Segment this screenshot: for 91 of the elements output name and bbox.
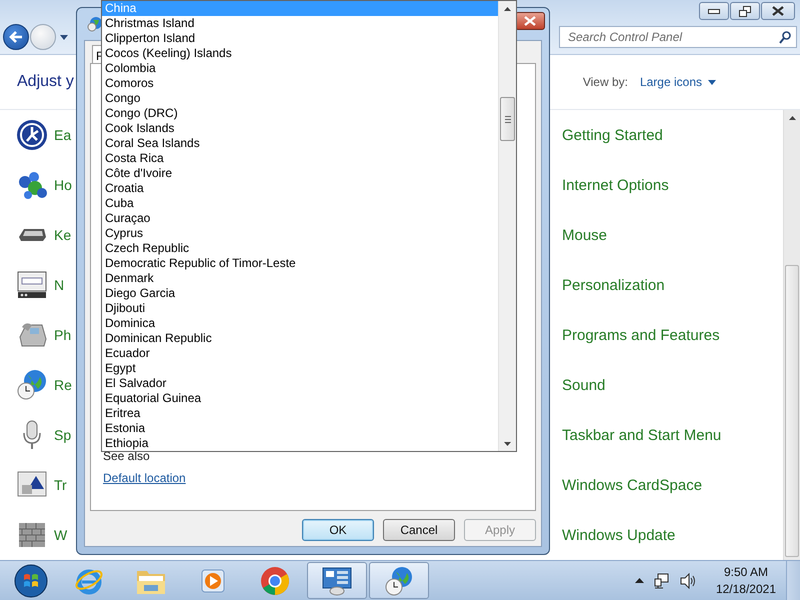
restore-icon — [739, 6, 751, 16]
dropdown-option[interactable]: Coral Sea Islands — [102, 136, 498, 151]
control-panel-item[interactable]: Windows Update — [562, 526, 676, 544]
dropdown-option[interactable]: Democratic Republic of Timor-Leste — [102, 256, 498, 271]
scroll-down-icon — [504, 442, 511, 446]
dropdown-option[interactable]: Cuba — [102, 196, 498, 211]
play-icon — [199, 566, 227, 594]
caret-icon — [708, 80, 716, 84]
control-panel-item[interactable]: Sound — [562, 376, 606, 394]
start-orb-icon — [14, 564, 48, 598]
control-panel-item[interactable]: Re — [54, 377, 72, 393]
globe-icon — [87, 16, 103, 32]
dropdown-option[interactable]: Curaçao — [102, 211, 498, 226]
control-panel-item[interactable]: Ea — [54, 127, 72, 143]
dialog-button[interactable]: Cancel — [383, 519, 455, 541]
search-icon — [779, 31, 791, 44]
control-panel-item[interactable]: W — [54, 527, 68, 543]
control-panel-item[interactable]: Programs and Features — [562, 326, 720, 344]
close-button[interactable] — [761, 2, 795, 20]
control-panel-item[interactable]: Tr — [54, 477, 67, 493]
control-panel-item[interactable]: Internet Options — [562, 176, 669, 194]
show-hidden-icons-icon[interactable] — [634, 578, 644, 583]
dropdown-option[interactable]: Denmark — [102, 271, 498, 286]
network-icon[interactable] — [654, 572, 670, 588]
dropdown-option[interactable]: Ecuador — [102, 346, 498, 361]
dropdown-option[interactable]: Comoros — [102, 76, 498, 91]
control-panel-icon — [321, 566, 353, 596]
clock-date: 12/18/2021 — [716, 580, 776, 598]
scrollbar[interactable] — [498, 1, 516, 451]
clock-time: 9:50 AM — [724, 564, 768, 580]
scroll-up-icon — [504, 7, 511, 11]
control-panel-item[interactable]: Sp — [54, 427, 72, 443]
minimize-button[interactable] — [699, 2, 729, 20]
clock[interactable]: 9:50 AM 12/18/2021 — [716, 564, 776, 598]
see-also-label: See also — [103, 449, 151, 463]
dropdown-option[interactable]: Czech Republic — [102, 241, 498, 256]
dropdown-option[interactable]: Diego Garcia — [102, 286, 498, 301]
dropdown-option[interactable]: Dominican Republic — [102, 331, 498, 346]
close-icon — [772, 6, 784, 16]
dropdown-option[interactable]: Congo (DRC) — [102, 106, 498, 121]
back-arrow-icon — [9, 31, 23, 44]
view-by-dropdown[interactable]: Large icons — [640, 75, 716, 89]
control-panel-item[interactable]: Ph — [54, 327, 72, 343]
dropdown-option[interactable]: Côte d'Ivoire — [102, 166, 498, 181]
close-icon — [524, 16, 536, 26]
globe-clock-icon[interactable] — [16, 369, 48, 401]
control-panel-item[interactable]: N — [54, 277, 64, 293]
control-panel-item[interactable]: Personalization — [562, 276, 665, 294]
dropdown-option[interactable]: Cocos (Keeling) Islands — [102, 46, 498, 61]
scrollbar[interactable] — [783, 110, 800, 560]
control-panel-item[interactable]: Ho — [54, 177, 72, 193]
dropdown-option[interactable]: Congo — [102, 91, 498, 106]
dropdown-option[interactable]: Djibouti — [102, 301, 498, 316]
close-button[interactable] — [515, 12, 545, 30]
view-by-label: View by: — [582, 75, 628, 89]
dialog-button[interactable]: OK — [302, 519, 374, 541]
minimize-icon — [708, 8, 720, 14]
search-field[interactable]: Search Control Panel — [559, 26, 797, 48]
scroll-up-icon — [788, 116, 796, 120]
dropdown-option[interactable]: El Salvador — [102, 376, 498, 391]
globe-clock-icon — [383, 564, 415, 596]
dropdown-option[interactable]: Costa Rica — [102, 151, 498, 166]
dropdown-option[interactable]: Croatia — [102, 181, 498, 196]
caret-icon[interactable] — [60, 34, 68, 40]
dropdown-option[interactable]: Ethiopia — [102, 436, 498, 451]
control-panel-item[interactable]: Getting Started — [562, 126, 663, 144]
dropdown-option[interactable]: Dominica — [102, 316, 498, 331]
dropdown-option[interactable]: Estonia — [102, 421, 498, 436]
default-location-link[interactable]: Default location — [103, 471, 186, 485]
taskbar-button[interactable] — [307, 562, 367, 599]
control-panel-item[interactable]: Taskbar and Start Menu — [562, 426, 722, 444]
control-panel-item[interactable]: Ke — [54, 227, 72, 243]
dropdown-option[interactable]: Equatorial Guinea — [102, 391, 498, 406]
volume-icon[interactable] — [680, 572, 698, 588]
dropdown-option[interactable]: Clipperton Island — [102, 31, 498, 46]
taskbar-button[interactable] — [369, 562, 429, 599]
screen-icon[interactable] — [16, 269, 48, 301]
dropdown-option[interactable]: Egypt — [102, 361, 498, 376]
dropdown-option[interactable]: Cyprus — [102, 226, 498, 241]
dropdown-option[interactable]: Colombia — [102, 61, 498, 76]
spheres-icon[interactable] — [16, 169, 48, 201]
page-heading: Adjust y — [17, 73, 74, 91]
back-button[interactable] — [3, 24, 29, 50]
control-panel-item[interactable]: Windows CardSpace — [562, 476, 702, 494]
restore-button[interactable] — [730, 2, 760, 20]
dropdown-option[interactable]: Christmas Island — [102, 16, 498, 31]
accessibility-icon[interactable] — [16, 119, 48, 151]
round-logo-icon — [260, 566, 290, 596]
control-panel-item[interactable]: Mouse — [562, 226, 608, 244]
dropdown-option[interactable]: Eritrea — [102, 406, 498, 421]
dropdown-option[interactable]: Cook Islands — [102, 121, 498, 136]
